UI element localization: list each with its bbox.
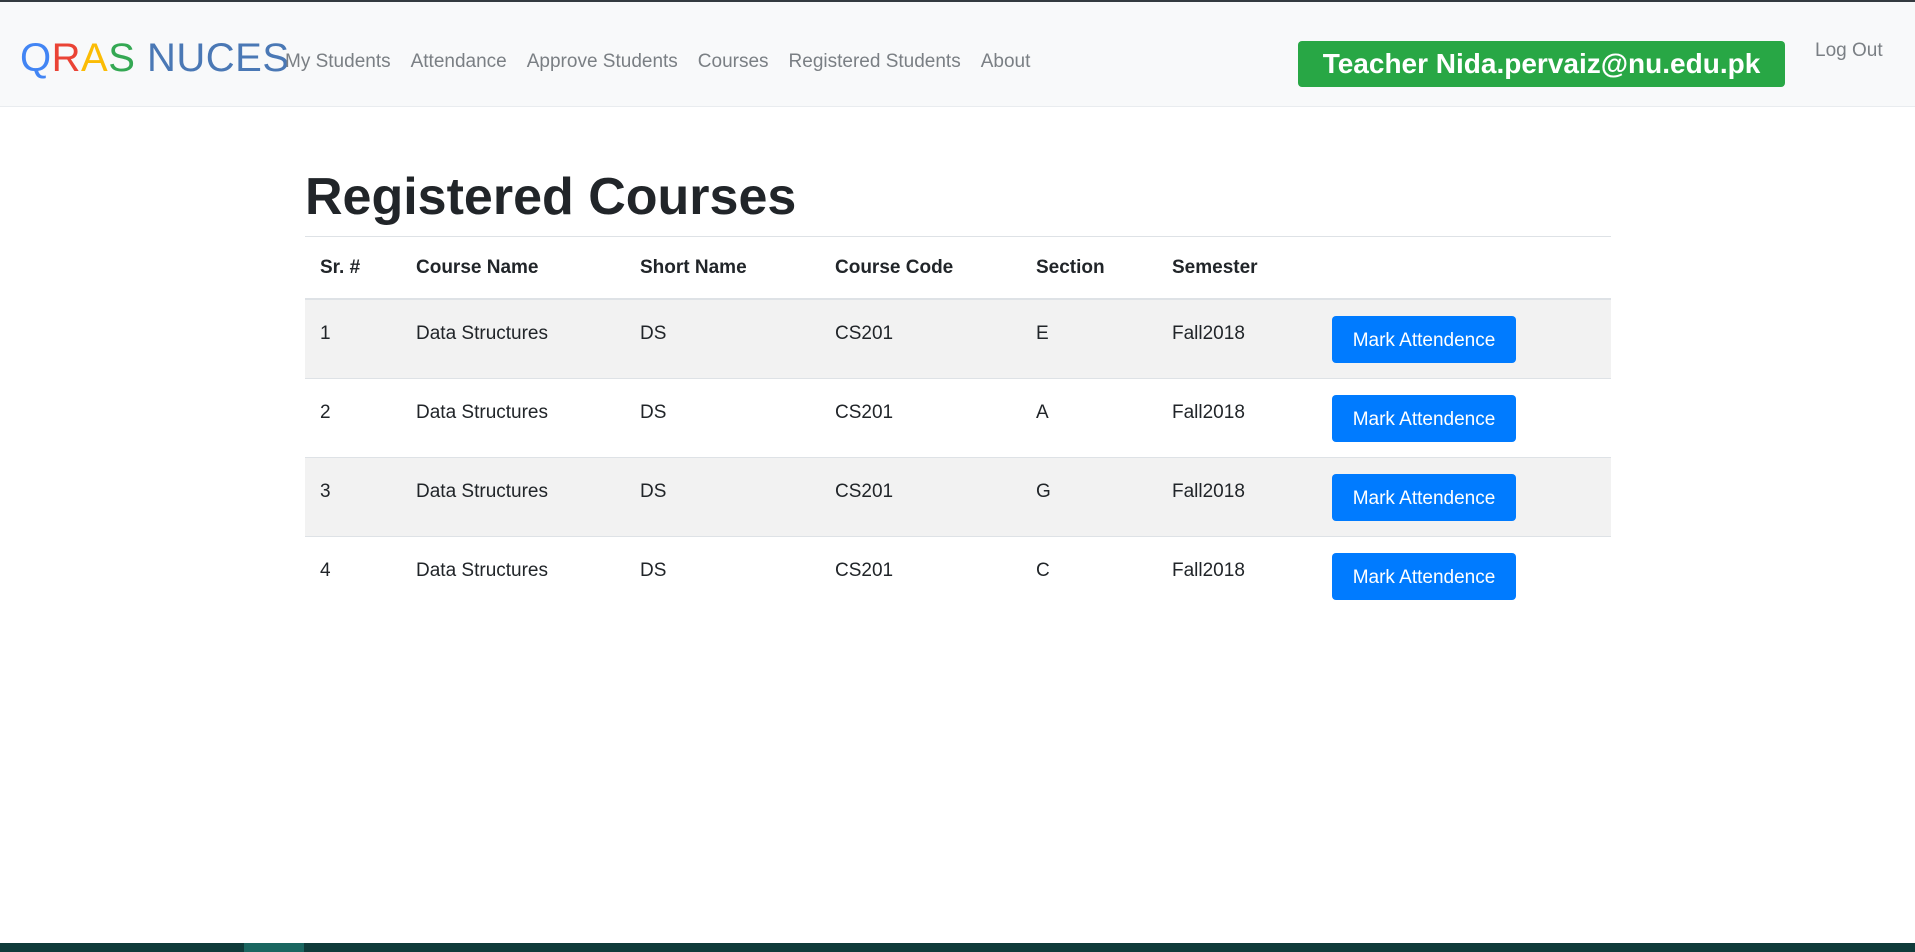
nav-about[interactable]: About xyxy=(981,50,1031,74)
brand-space xyxy=(135,35,147,81)
cell-course-name: Data Structures xyxy=(401,536,625,615)
brand-letter-a: A xyxy=(81,36,109,80)
brand-logo[interactable]: QRAS NUCES xyxy=(20,35,290,81)
navbar: QRAS NUCES My Students Attendance Approv… xyxy=(0,2,1915,107)
cell-course-name: Data Structures xyxy=(401,378,625,458)
cell-course-code: CS201 xyxy=(820,378,1021,458)
nav-approve-students[interactable]: Approve Students xyxy=(527,50,678,74)
cell-course-code: CS201 xyxy=(820,298,1021,379)
nav-registered-students[interactable]: Registered Students xyxy=(789,50,961,74)
cell-section: C xyxy=(1021,536,1157,615)
table-row: 2 Data Structures DS CS201 A Fall2018 Ma… xyxy=(305,378,1611,458)
logout-link[interactable]: Log Out xyxy=(1815,39,1883,63)
header-sr: Sr. # xyxy=(305,238,401,300)
header-course-name: Course Name xyxy=(401,238,625,300)
cell-action: Mark Attendence xyxy=(1317,457,1611,537)
brand-letter-s: S xyxy=(108,36,136,80)
table-row: 1 Data Structures DS CS201 E Fall2018 Ma… xyxy=(305,298,1611,379)
teacher-badge: Teacher Nida.pervaiz@nu.edu.pk xyxy=(1298,41,1785,87)
taskbar-active-app[interactable] xyxy=(244,943,304,952)
nav-menu: My Students Attendance Approve Students … xyxy=(285,50,1030,74)
nav-courses[interactable]: Courses xyxy=(698,50,769,74)
mark-attendance-button[interactable]: Mark Attendence xyxy=(1332,553,1516,600)
cell-sr: 1 xyxy=(305,298,401,379)
cell-semester: Fall2018 xyxy=(1157,378,1317,458)
nav-attendance[interactable]: Attendance xyxy=(411,50,507,74)
header-semester: Semester xyxy=(1157,238,1317,300)
cell-short-name: DS xyxy=(625,378,820,458)
brand-letter-r: R xyxy=(51,36,82,80)
mark-attendance-button[interactable]: Mark Attendence xyxy=(1332,474,1516,521)
header-section: Section xyxy=(1021,238,1157,300)
mark-attendance-button[interactable]: Mark Attendence xyxy=(1332,395,1516,442)
header-course-code: Course Code xyxy=(820,238,1021,300)
table-row: 4 Data Structures DS CS201 C Fall2018 Ma… xyxy=(305,536,1611,615)
brand-letter-q: Q xyxy=(20,36,52,80)
cell-action: Mark Attendence xyxy=(1317,536,1611,615)
cell-semester: Fall2018 xyxy=(1157,298,1317,379)
cell-sr: 3 xyxy=(305,457,401,537)
table-row: 3 Data Structures DS CS201 G Fall2018 Ma… xyxy=(305,457,1611,537)
header-action xyxy=(1317,238,1611,300)
cell-sr: 2 xyxy=(305,378,401,458)
cell-semester: Fall2018 xyxy=(1157,457,1317,537)
cell-section: G xyxy=(1021,457,1157,537)
cell-course-code: CS201 xyxy=(820,536,1021,615)
cell-course-code: CS201 xyxy=(820,457,1021,537)
cell-section: A xyxy=(1021,378,1157,458)
cell-section: E xyxy=(1021,298,1157,379)
mark-attendance-button[interactable]: Mark Attendence xyxy=(1332,316,1516,363)
cell-action: Mark Attendence xyxy=(1317,378,1611,458)
cell-semester: Fall2018 xyxy=(1157,536,1317,615)
cell-short-name: DS xyxy=(625,536,820,615)
header-short-name: Short Name xyxy=(625,238,820,300)
courses-table: Sr. # Course Name Short Name Course Code… xyxy=(305,238,1611,615)
cell-sr: 4 xyxy=(305,536,401,615)
cell-course-name: Data Structures xyxy=(401,457,625,537)
title-divider xyxy=(305,236,1611,237)
cell-course-name: Data Structures xyxy=(401,298,625,379)
brand-nuces: NUCES xyxy=(147,36,290,80)
cell-action: Mark Attendence xyxy=(1317,298,1611,379)
nav-my-students[interactable]: My Students xyxy=(285,50,391,74)
table-header-row: Sr. # Course Name Short Name Course Code… xyxy=(305,238,1611,300)
cell-short-name: DS xyxy=(625,298,820,379)
page-title: Registered Courses xyxy=(305,168,797,226)
cell-short-name: DS xyxy=(625,457,820,537)
